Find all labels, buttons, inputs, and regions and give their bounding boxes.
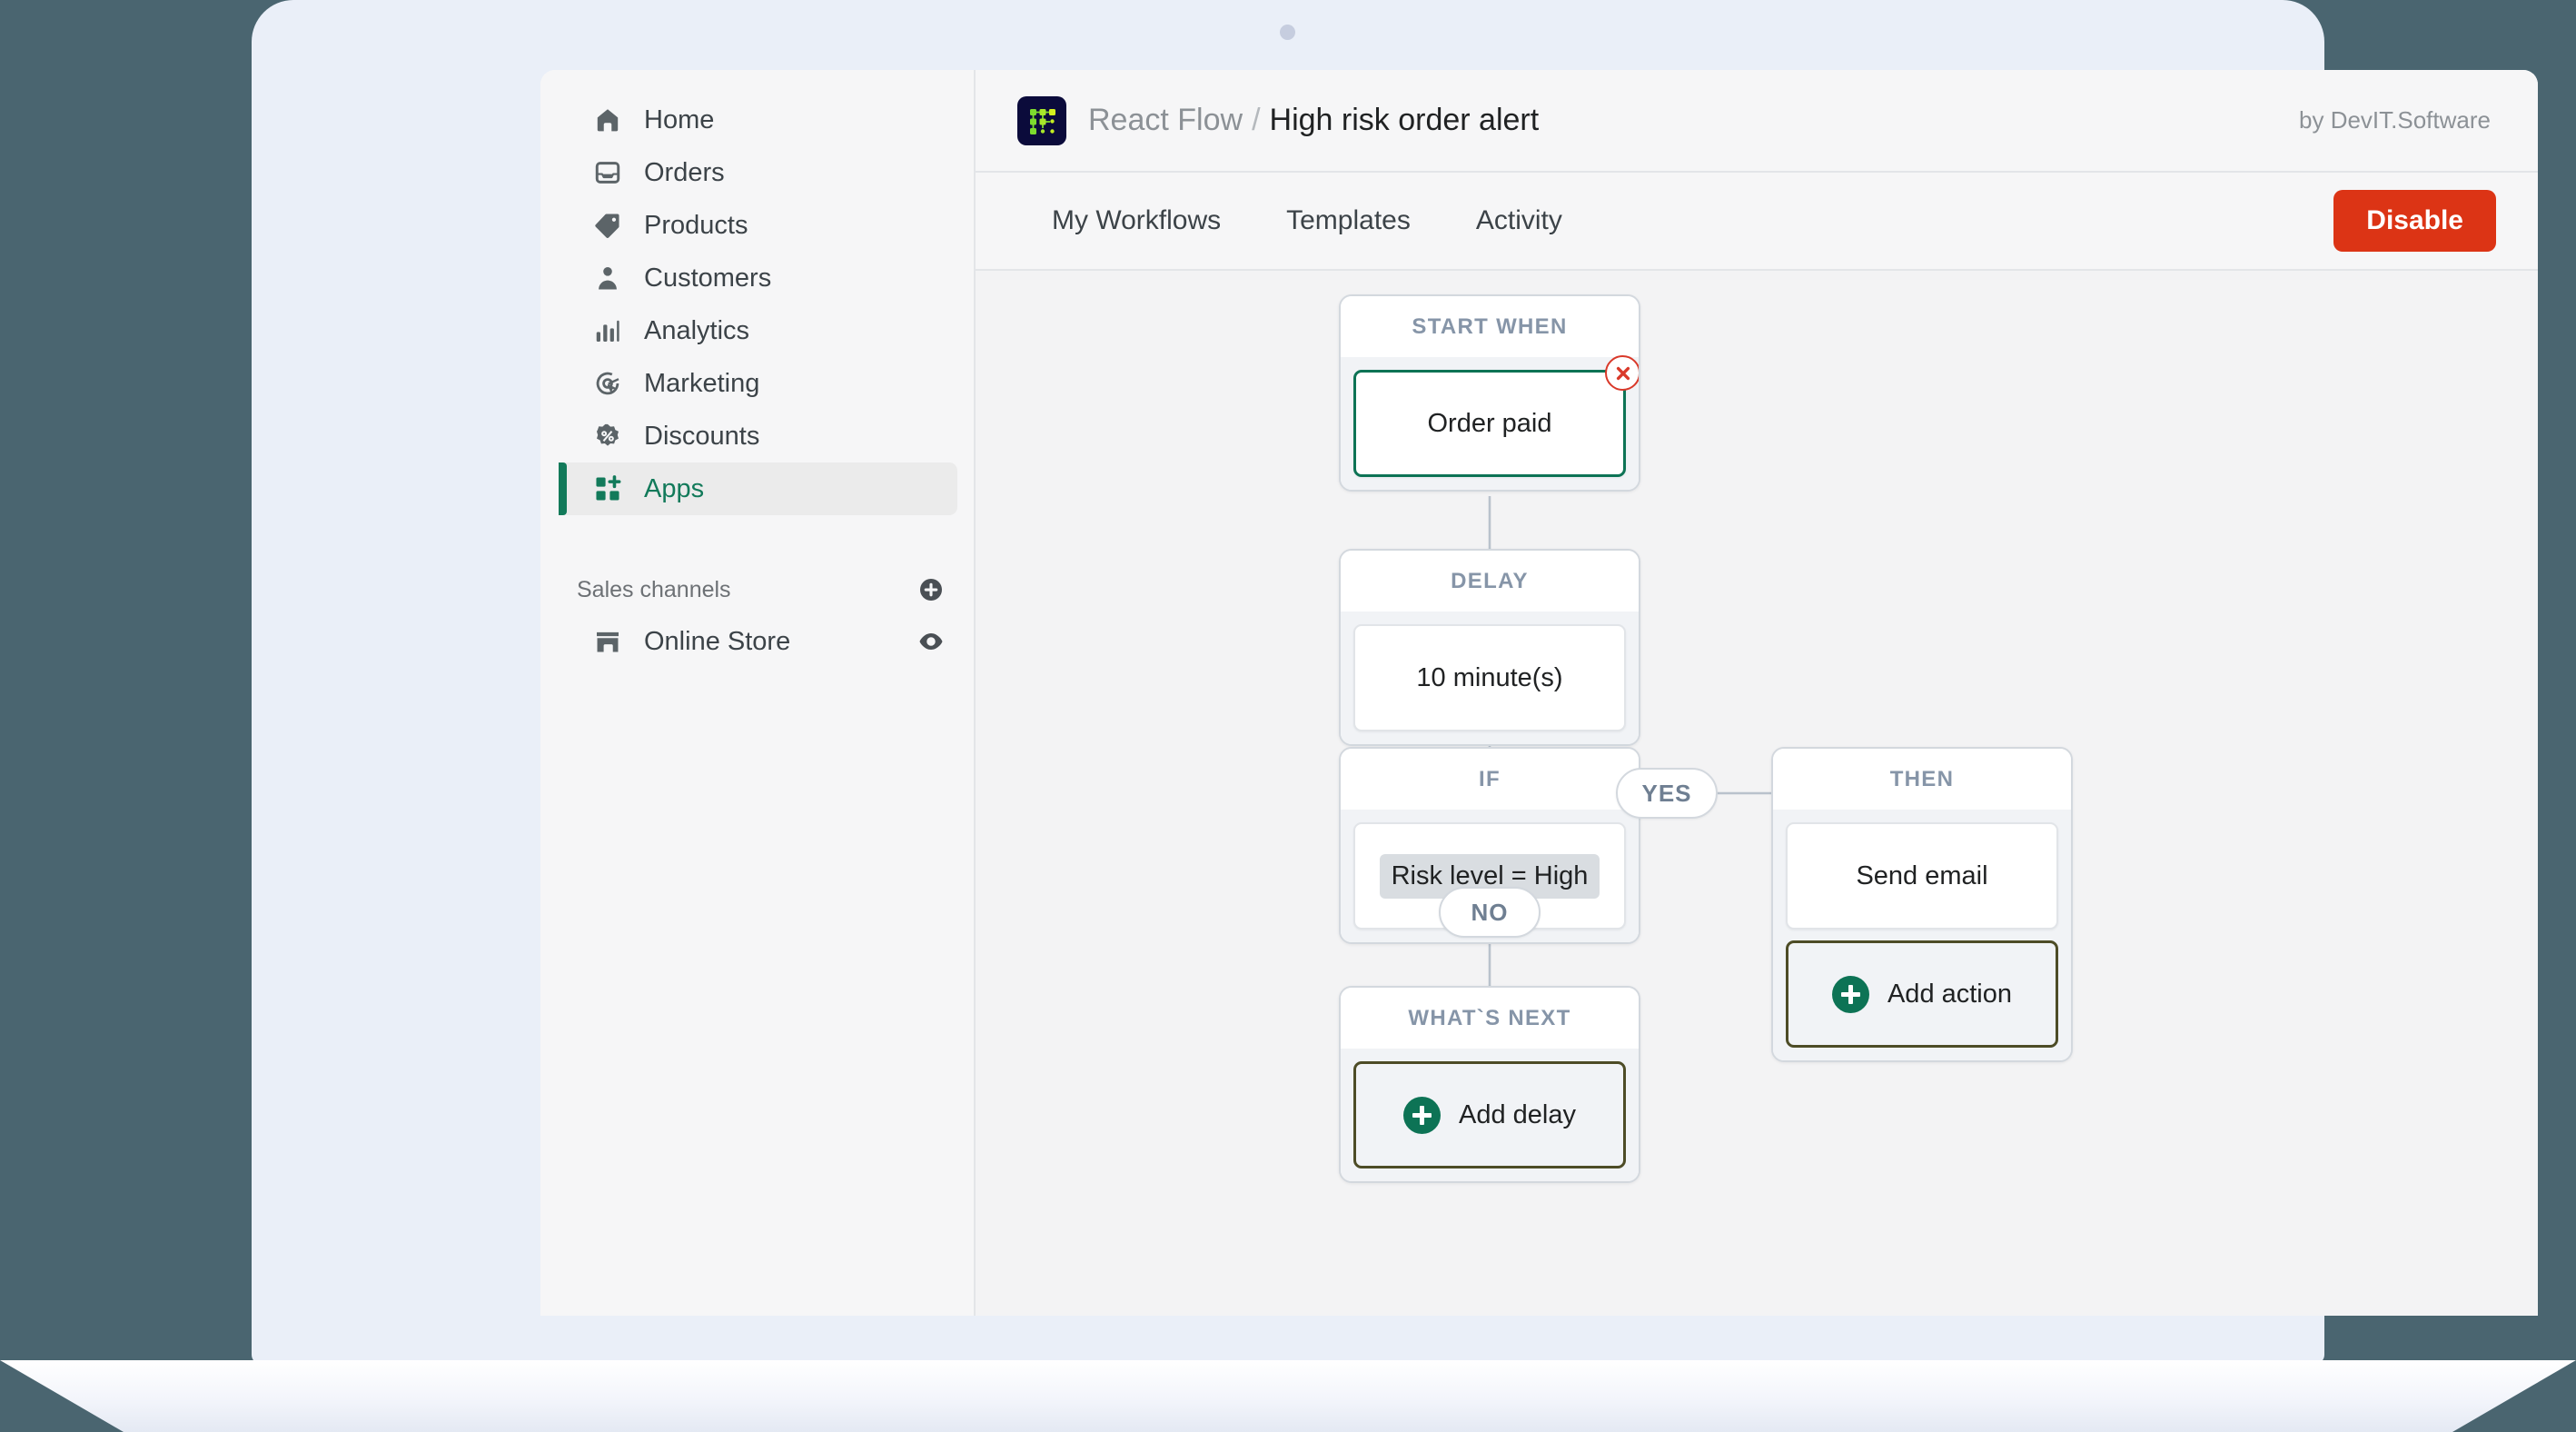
node-then[interactable]: THEN Send email Add action (1771, 747, 2073, 1062)
sidebar-item-online-store[interactable]: Online Store (559, 615, 945, 668)
node-title: DELAY (1341, 551, 1639, 612)
sidebar-item-discounts[interactable]: Discounts (559, 410, 957, 462)
plus-circle-icon (1831, 975, 1869, 1013)
breadcrumb: React Flow / High risk order alert (1088, 103, 1539, 138)
sidebar-item-customers[interactable]: Customers (559, 252, 957, 304)
node-whats-next[interactable]: WHAT`S NEXT Add delay (1339, 986, 1640, 1183)
workflow-edges (1488, 496, 1771, 986)
node-delay[interactable]: DELAY 10 minute(s) (1339, 549, 1640, 746)
analytics-bars-icon (593, 316, 622, 345)
laptop-base (0, 1360, 2576, 1432)
sidebar-item-label: Home (644, 104, 715, 134)
close-circle-icon[interactable] (1605, 355, 1639, 391)
branch-label-no: NO (1439, 887, 1541, 938)
node-title: WHAT`S NEXT (1341, 988, 1639, 1049)
card-label: 10 minute(s) (1416, 662, 1563, 692)
sidebar-item-home[interactable]: Home (559, 94, 957, 146)
add-action-label: Add action (1887, 979, 2013, 1009)
sidebar-item-label: Customers (644, 263, 772, 293)
breadcrumb-current: High risk order alert (1269, 103, 1540, 137)
card-label: Order paid (1427, 408, 1552, 438)
screen-viewport: Home Orders Products Customers Analytics… (540, 70, 2538, 1316)
orders-inbox-icon (593, 158, 622, 187)
node-body: 10 minute(s) (1341, 612, 1639, 744)
home-icon (593, 105, 622, 134)
sidebar-item-label: Online Store (644, 626, 791, 656)
node-body: Send email Add action (1773, 810, 2071, 1060)
disable-button[interactable]: Disable (2333, 190, 2496, 252)
workflow-card-delay-duration[interactable]: 10 minute(s) (1353, 624, 1626, 731)
apps-grid-plus-icon (593, 474, 622, 503)
add-action-button[interactable]: Add action (1786, 940, 2058, 1048)
add-delay-label: Add delay (1459, 1099, 1576, 1129)
card-label: Send email (1856, 860, 1988, 890)
sidebar-item-label: Discounts (644, 421, 760, 451)
sales-channels-title: Sales channels (577, 576, 731, 602)
workflow-canvas[interactable]: START WHEN Order paid DELAY 10 minute(s)… (976, 271, 2538, 1316)
sidebar-item-marketing[interactable]: Marketing (559, 357, 957, 410)
node-title: START WHEN (1341, 296, 1639, 357)
storefront-icon (593, 627, 622, 656)
sidebar-item-label: Marketing (644, 368, 760, 398)
discount-percent-icon (593, 422, 622, 451)
branch-label-yes: YES (1616, 768, 1718, 819)
sidebar-item-orders[interactable]: Orders (559, 146, 957, 199)
customer-person-icon (593, 264, 622, 293)
tab-bar: My Workflows Templates Activity Disable (976, 173, 2538, 271)
sidebar-item-products[interactable]: Products (559, 199, 957, 252)
active-indicator-bar (559, 462, 567, 515)
sidebar-item-label: Orders (644, 157, 725, 187)
app-header: React Flow / High risk order alert by De… (976, 70, 2538, 173)
workflow-card-order-paid[interactable]: Order paid (1353, 355, 1639, 477)
sidebar-item-label: Analytics (644, 315, 750, 345)
product-tag-icon (593, 211, 622, 240)
sidebar-item-label: Apps (644, 473, 705, 503)
tab-templates[interactable]: Templates (1286, 205, 1411, 236)
sidebar-item-analytics[interactable]: Analytics (559, 304, 957, 357)
sales-channels-section-header: Sales channels (577, 570, 945, 610)
eye-icon[interactable] (917, 628, 945, 655)
sidebar-item-label: Products (644, 210, 748, 240)
sidebar: Home Orders Products Customers Analytics… (540, 70, 976, 1316)
node-start-when[interactable]: START WHEN Order paid (1339, 294, 1640, 492)
plus-circle-icon[interactable] (917, 576, 945, 603)
node-body: Add delay (1341, 1049, 1639, 1181)
node-body: Order paid (1341, 355, 1639, 490)
main-area: React Flow / High risk order alert by De… (976, 70, 2538, 1316)
add-delay-button[interactable]: Add delay (1353, 1061, 1626, 1168)
sidebar-item-apps[interactable]: Apps (559, 462, 957, 515)
breadcrumb-root[interactable]: React Flow (1088, 103, 1243, 138)
marketing-target-icon (593, 369, 622, 398)
vendor-label: by DevIT.Software (2299, 106, 2491, 134)
tab-my-workflows[interactable]: My Workflows (1052, 205, 1221, 236)
plus-circle-icon (1403, 1096, 1441, 1134)
workflow-card-send-email[interactable]: Send email (1786, 822, 2058, 930)
node-title: IF (1341, 749, 1639, 810)
tab-activity[interactable]: Activity (1476, 205, 1562, 236)
breadcrumb-separator: / (1252, 103, 1261, 137)
node-title: THEN (1773, 749, 2071, 810)
laptop-frame: Home Orders Products Customers Analytics… (252, 0, 2538, 1364)
webcam-dot (1280, 25, 1295, 40)
react-flow-node-graph-icon (1017, 95, 1066, 145)
